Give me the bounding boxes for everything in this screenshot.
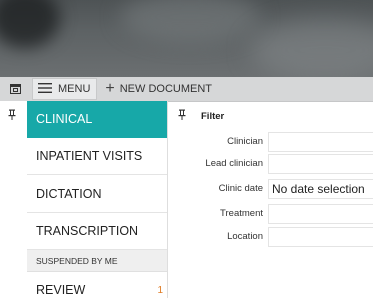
filter-row-treatment: Treatment — [168, 203, 373, 224]
new-document-button[interactable]: + NEW DOCUMENT — [105, 81, 212, 97]
sidebar-section-header: SUSPENDED BY ME — [27, 250, 167, 272]
sidebar-pin-strip — [0, 101, 27, 298]
filter-row-clinic-date: Clinic date No date selection — [168, 178, 373, 199]
sidebar-item-inpatient-visits[interactable]: INPATIENT VISITS — [27, 138, 167, 175]
window-icon[interactable] — [8, 82, 22, 96]
menu-label: MENU — [58, 83, 91, 95]
filter-panel: Filter Clinician Lead clinician Clinic d… — [168, 101, 373, 298]
lead-clinician-label: Lead clinician — [205, 158, 263, 169]
sidebar-item-label: DICTATION — [36, 186, 102, 201]
sidebar-item-label: CLINICAL — [36, 112, 93, 126]
lead-clinician-field[interactable] — [268, 153, 373, 174]
sidebar-item-dictation[interactable]: DICTATION — [27, 175, 167, 213]
pin-icon[interactable] — [178, 107, 186, 125]
clinic-date-field[interactable]: No date selection — [268, 178, 373, 199]
pin-icon[interactable] — [8, 107, 16, 125]
filter-row-lead-clinician: Lead clinician — [168, 153, 373, 174]
clinic-date-label: Clinic date — [218, 183, 263, 194]
sidebar-item-review[interactable]: REVIEW 1 — [27, 272, 167, 298]
menu-button[interactable]: MENU — [32, 78, 98, 100]
review-count-badge: 1 — [157, 285, 163, 296]
treatment-label: Treatment — [220, 208, 263, 219]
filter-row-clinician: Clinician — [168, 131, 373, 152]
toolbar: MENU + NEW DOCUMENT — [0, 77, 373, 102]
filter-title: Filter — [201, 111, 225, 122]
filter-row-location: Location — [168, 226, 373, 247]
sidebar-item-transcription[interactable]: TRANSCRIPTION — [27, 213, 167, 250]
sidebar-item-label: REVIEW — [36, 283, 86, 297]
clinician-label: Clinician — [227, 136, 263, 147]
section-label: SUSPENDED BY ME — [36, 255, 118, 266]
header-background-image — [0, 0, 373, 77]
sidebar-item-label: TRANSCRIPTION — [36, 224, 139, 238]
plus-icon: + — [105, 80, 115, 97]
sidebar-item-clinical[interactable]: CLINICAL — [27, 101, 167, 138]
location-field[interactable] — [268, 226, 373, 247]
clinician-field[interactable] — [268, 131, 373, 152]
location-label: Location — [227, 231, 263, 242]
sidebar-item-label: INPATIENT VISITS — [36, 149, 143, 163]
treatment-field[interactable] — [268, 203, 373, 224]
new-document-label: NEW DOCUMENT — [119, 83, 213, 95]
sidebar: CLINICAL INPATIENT VISITS DICTATION TRAN… — [27, 101, 167, 298]
hamburger-icon — [38, 82, 52, 96]
